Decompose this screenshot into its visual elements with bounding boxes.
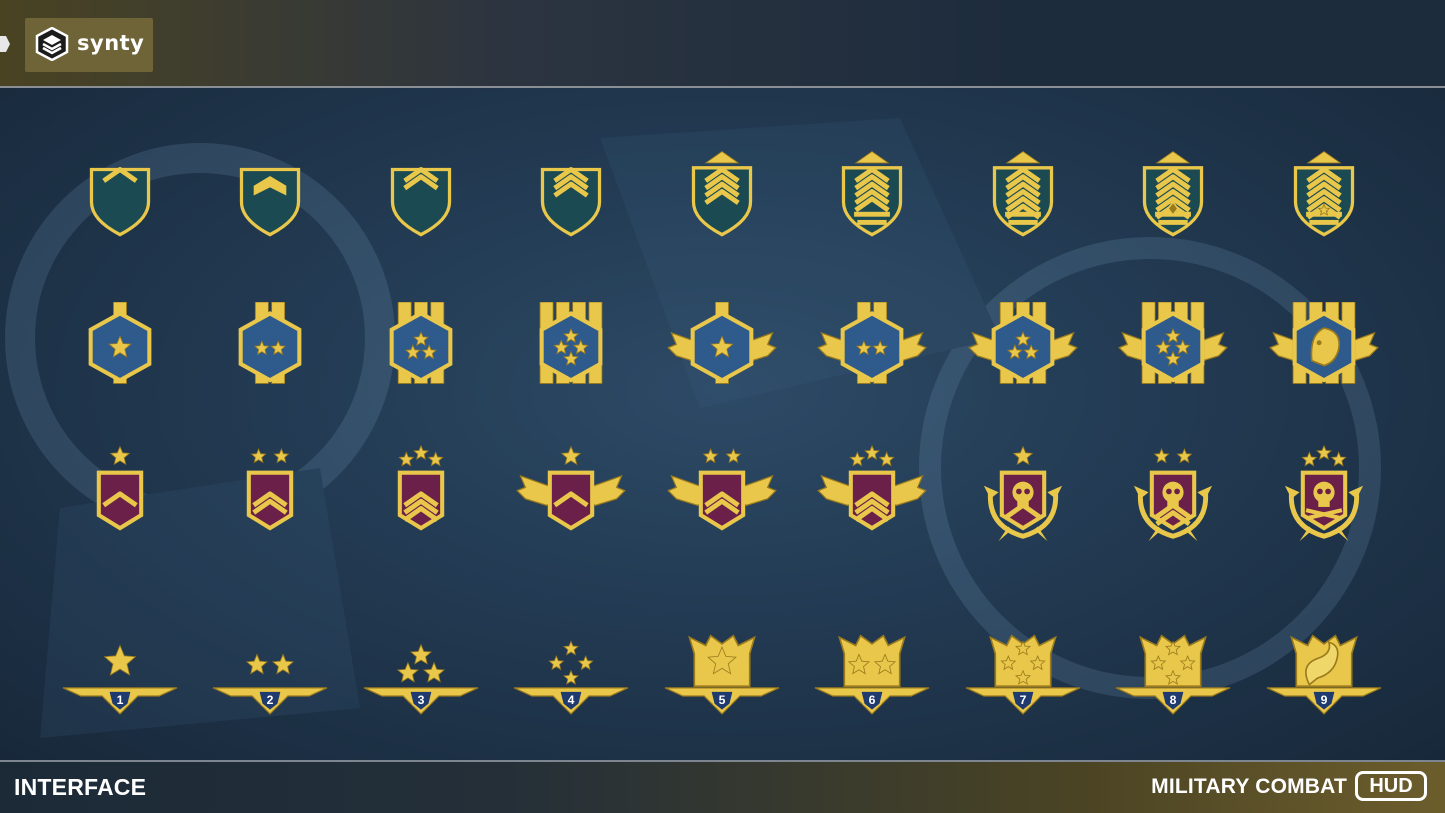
skull-crossbones-icon bbox=[1254, 445, 1394, 555]
chevron-star-icon bbox=[1254, 145, 1394, 255]
winged-purple-1-icon bbox=[501, 445, 641, 555]
rank-number: 9 bbox=[1321, 693, 1328, 707]
chevron-3-icon bbox=[351, 145, 491, 255]
purple-shield-3-icon bbox=[351, 445, 491, 555]
rank-number: 4 bbox=[568, 693, 575, 707]
wing-2-icon: 2 bbox=[200, 608, 340, 718]
skull-wreath-1-icon bbox=[953, 445, 1093, 555]
hex-3-star-icon bbox=[351, 302, 491, 412]
winged-hex-3-star-icon bbox=[953, 302, 1093, 412]
brand-logo: synty bbox=[25, 18, 153, 72]
wing-5-icon: 5 bbox=[652, 608, 792, 718]
product-title: MILITARY COMBAT bbox=[1151, 775, 1347, 798]
hex-1-star-icon bbox=[50, 302, 190, 412]
purple-shield-2-icon bbox=[200, 445, 340, 555]
chevron-6-icon bbox=[802, 145, 942, 255]
rank-number: 7 bbox=[1020, 693, 1027, 707]
winged-purple-2-icon bbox=[652, 445, 792, 555]
rank-number: 6 bbox=[869, 693, 876, 707]
rank-number: 1 bbox=[117, 693, 124, 707]
chevron-4-icon bbox=[501, 145, 641, 255]
wing-snake-icon: 9 bbox=[1254, 608, 1394, 718]
chevron-5-icon bbox=[652, 145, 792, 255]
edge-marker-icon bbox=[0, 36, 10, 52]
synty-logo-icon bbox=[35, 27, 69, 61]
rank-number: 8 bbox=[1170, 693, 1177, 707]
winged-hex-4-star-icon bbox=[1103, 302, 1243, 412]
wing-7-icon: 7 bbox=[953, 608, 1093, 718]
hex-2-star-icon bbox=[200, 302, 340, 412]
wing-3-icon: 3 bbox=[351, 608, 491, 718]
bottom-bar: INTERFACE MILITARY COMBAT HUD bbox=[0, 760, 1445, 813]
winged-hex-2-star-icon bbox=[802, 302, 942, 412]
top-bar: synty bbox=[0, 0, 1445, 88]
chevron-diamond-icon bbox=[1103, 145, 1243, 255]
chevron-2-icon bbox=[200, 145, 340, 255]
wing-1-icon: 1 bbox=[50, 608, 190, 718]
winged-hex-wolf-icon bbox=[1254, 302, 1394, 412]
chevron-7-icon bbox=[953, 145, 1093, 255]
rank-number: 5 bbox=[719, 693, 726, 707]
winged-purple-3-icon bbox=[802, 445, 942, 555]
wing-6-icon: 6 bbox=[802, 608, 942, 718]
skull-wreath-2-icon bbox=[1103, 445, 1243, 555]
hud-badge: HUD bbox=[1355, 771, 1427, 801]
rank-icon-panel: 1 2 3 4 5 6 7 8 9 bbox=[0, 88, 1445, 760]
wing-8-icon: 8 bbox=[1103, 608, 1243, 718]
section-title: INTERFACE bbox=[14, 774, 147, 800]
rank-number: 2 bbox=[267, 693, 274, 707]
purple-shield-1-icon bbox=[50, 445, 190, 555]
hex-4-star-icon bbox=[501, 302, 641, 412]
winged-hex-1-star-icon bbox=[652, 302, 792, 412]
wing-4-icon: 4 bbox=[501, 608, 641, 718]
brand-name: synty bbox=[77, 31, 145, 55]
chevron-1-icon bbox=[50, 145, 190, 255]
rank-number: 3 bbox=[418, 693, 425, 707]
